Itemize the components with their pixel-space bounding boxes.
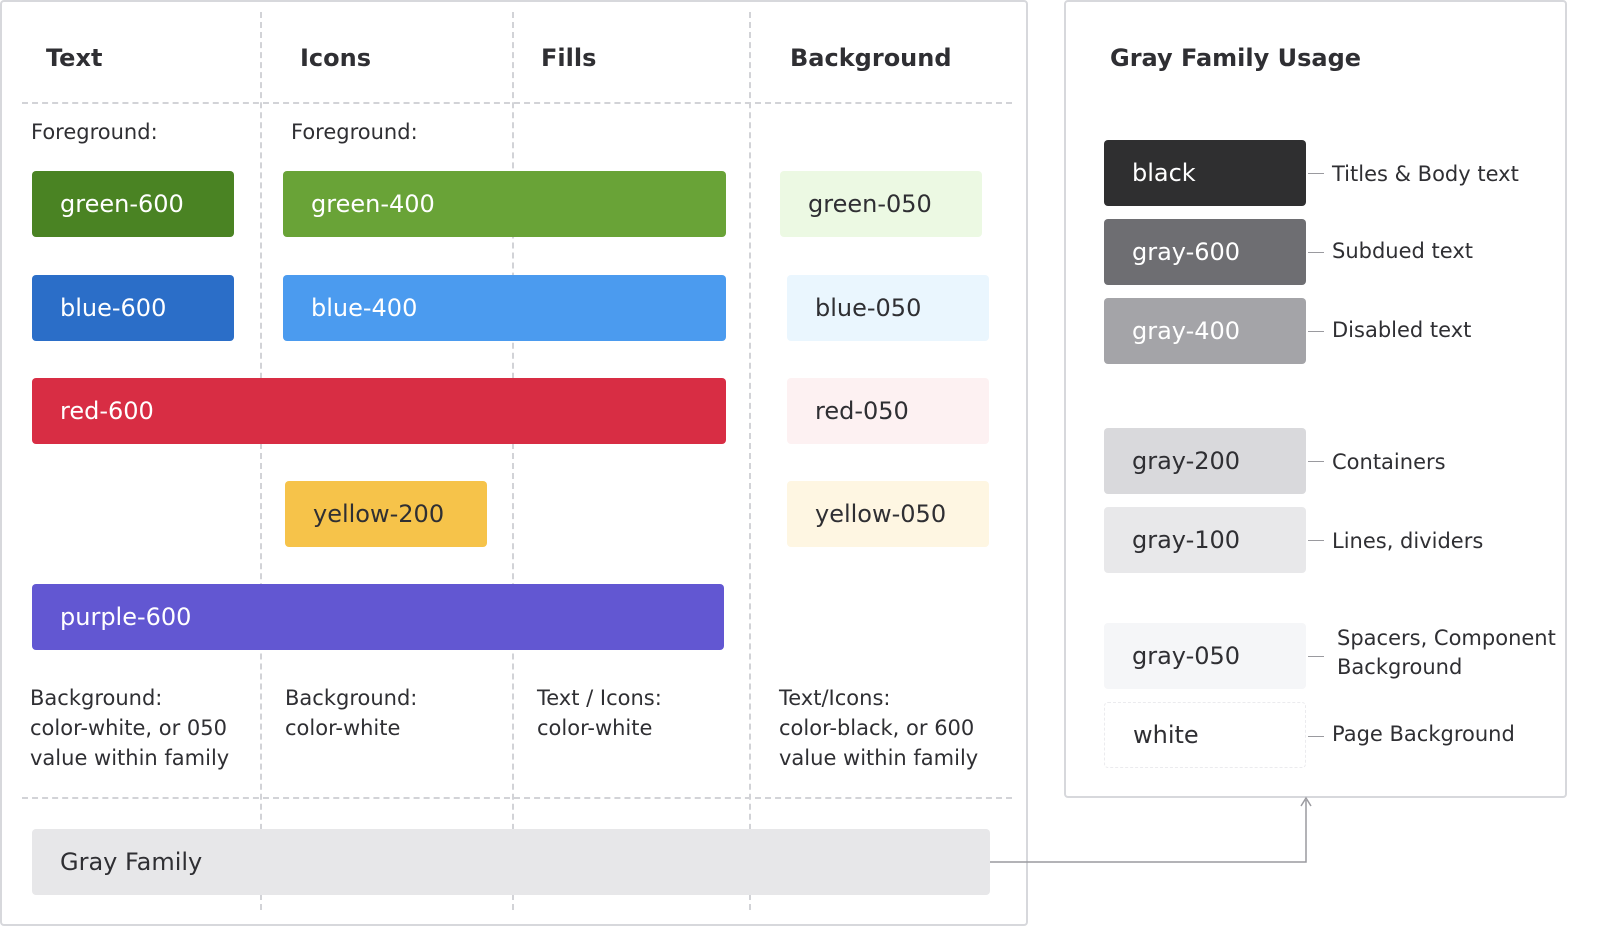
color-usage-diagram: Text Icons Fills Background Foreground: … [0, 0, 1600, 946]
connector-arrow [990, 796, 1312, 863]
